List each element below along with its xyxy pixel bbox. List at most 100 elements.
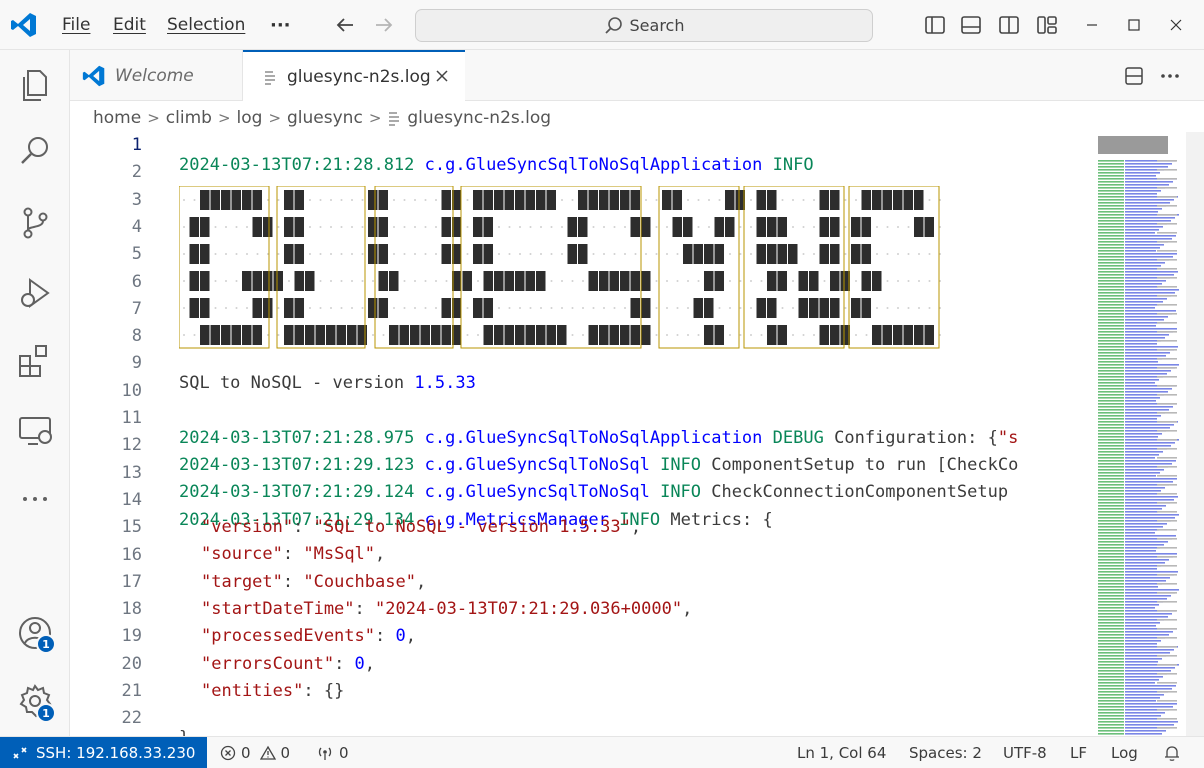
whitespace-dot <box>183 334 185 336</box>
command-search-box[interactable]: Search <box>415 9 873 42</box>
minimap-line <box>1098 658 1124 660</box>
toggle-secondary-sidebar-icon[interactable] <box>997 13 1021 37</box>
minimap-line <box>1098 709 1124 711</box>
encoding-setting[interactable]: UTF-8 <box>1003 737 1047 768</box>
whitespace-dot <box>277 226 280 228</box>
whitespace-dot <box>624 253 626 255</box>
banner-block <box>263 271 273 291</box>
minimap-banner <box>1098 136 1168 154</box>
banner-block <box>546 325 556 345</box>
language-mode[interactable]: Log <box>1111 737 1138 768</box>
banner-block <box>756 190 766 210</box>
close-tab-icon[interactable] <box>433 67 451 85</box>
minimap-line <box>1125 262 1165 264</box>
eol-setting[interactable]: LF <box>1070 737 1087 768</box>
whitespace-dot <box>802 334 805 336</box>
cursor-position[interactable]: Ln 1, Col 64 <box>797 737 886 768</box>
banner-block <box>294 244 304 264</box>
banner-block <box>494 325 504 345</box>
minimap-line <box>1125 670 1171 672</box>
minimap-line <box>1125 586 1158 588</box>
maximize-icon[interactable] <box>1119 10 1149 40</box>
editor-text-area[interactable]: 1 2 3 4 5 6 7 8 9 10 11 12 13 14 15 16 17 18 19 20 21 22 2024… <box>70 132 1088 736</box>
toggle-panel-icon[interactable] <box>959 13 983 37</box>
breadcrumb-climb[interactable]: climb <box>166 108 212 128</box>
vertical-scrollbar[interactable] <box>1186 132 1204 736</box>
customize-layout-icon[interactable] <box>1035 13 1059 37</box>
minimap-line <box>1125 724 1174 726</box>
minimap-line <box>1098 703 1124 705</box>
minimap-line <box>1098 667 1124 669</box>
explorer-icon[interactable] <box>14 63 56 105</box>
extensions-icon[interactable] <box>14 340 56 382</box>
minimap-line <box>1098 541 1124 543</box>
whitespace-dot <box>414 199 416 201</box>
run-debug-icon[interactable] <box>14 272 56 314</box>
banner-block <box>578 217 588 237</box>
breadcrumb-log[interactable]: log <box>237 108 263 128</box>
minimap-line <box>1098 616 1124 618</box>
minimap-line <box>1098 328 1124 330</box>
source-control-icon[interactable] <box>14 202 56 244</box>
forward-arrow-icon[interactable] <box>370 12 396 38</box>
whitespace-dot <box>676 280 679 282</box>
whitespace-dot <box>361 307 364 309</box>
json-colon: : <box>375 626 396 647</box>
banner-block <box>389 325 399 345</box>
ports-indicator[interactable]: 0 <box>316 737 349 768</box>
whitespace-dot <box>319 307 322 309</box>
more-actions-icon[interactable] <box>1159 65 1181 87</box>
minimap-line <box>1098 415 1124 417</box>
banner-block <box>252 325 262 345</box>
tab-welcome[interactable]: Welcome <box>70 50 243 101</box>
minimap-line <box>1125 682 1155 684</box>
minimap-line <box>1157 583 1177 585</box>
banner-block <box>525 190 535 210</box>
split-editor-icon[interactable] <box>1123 65 1145 87</box>
breadcrumb-file[interactable]: gluesync-n2s.log <box>407 108 551 128</box>
close-window-icon[interactable] <box>1161 10 1191 40</box>
minimap-line <box>1098 697 1124 699</box>
version-text: SQL to NoSQL - version <box>179 373 415 393</box>
search-view-icon[interactable] <box>14 130 56 172</box>
menu-edit[interactable]: Edit <box>113 0 146 50</box>
minimap-line <box>1125 427 1170 429</box>
whitespace-dot <box>844 307 847 309</box>
minimap-line <box>1157 565 1177 567</box>
breadcrumb-gluesync[interactable]: gluesync <box>287 108 363 128</box>
minimap-line <box>1098 649 1124 651</box>
minimap[interactable] <box>1094 132 1186 736</box>
whitespace-dot <box>330 199 332 201</box>
whitespace-dot <box>319 253 322 255</box>
whitespace-dot <box>214 280 217 282</box>
breadcrumb-home[interactable]: home <box>93 108 141 128</box>
menu-file[interactable]: File <box>62 0 90 50</box>
minimap-line <box>1098 199 1124 201</box>
banner-block <box>809 298 819 318</box>
minimap-line <box>1098 589 1124 591</box>
whitespace-dot <box>340 307 343 309</box>
whitespace-dot <box>183 253 185 255</box>
more-views-icon[interactable] <box>14 478 56 520</box>
whitespace-dot <box>708 226 710 228</box>
remote-explorer-icon[interactable] <box>14 410 56 452</box>
back-arrow-icon[interactable] <box>333 12 359 38</box>
indentation-setting[interactable]: Spaces: 2 <box>909 737 982 768</box>
minimap-line <box>1125 346 1178 348</box>
tab-gluesync-log[interactable]: gluesync-n2s.log <box>243 50 465 102</box>
version-number: 1.5.33 <box>414 373 476 393</box>
toggle-primary-sidebar-icon[interactable] <box>923 13 947 37</box>
problems-indicator[interactable]: 0 0 <box>220 737 290 768</box>
minimap-line <box>1125 397 1160 399</box>
menu-selection[interactable]: Selection <box>167 0 245 50</box>
minimap-line <box>1098 388 1124 390</box>
minimap-line <box>1098 520 1124 522</box>
menu-more-button[interactable]: ··· <box>270 0 291 50</box>
minimap-line <box>1098 559 1124 561</box>
minimize-icon[interactable] <box>1077 10 1107 40</box>
whitespace-dot <box>645 199 647 201</box>
whitespace-dot <box>466 226 469 228</box>
banner-block <box>557 325 567 345</box>
notifications-bell-icon[interactable] <box>1163 744 1181 762</box>
remote-indicator[interactable]: SSH: 192.168.33.230 <box>0 737 207 768</box>
